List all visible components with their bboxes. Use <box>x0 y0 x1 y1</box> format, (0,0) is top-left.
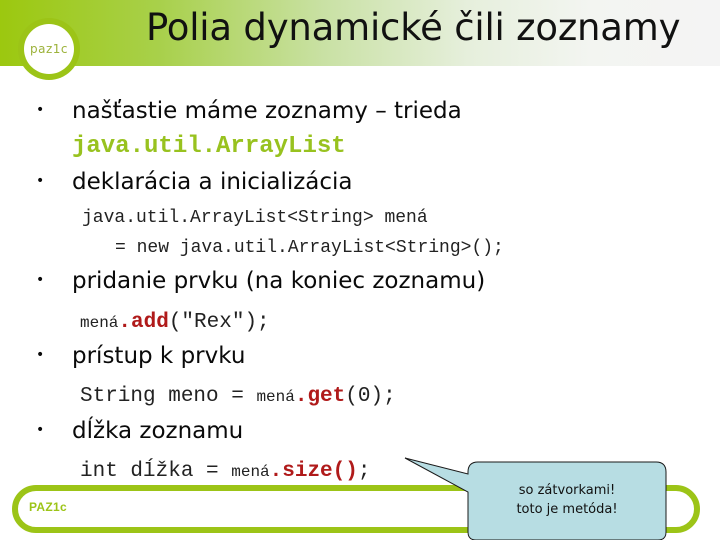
code-declaration-line1: java.util.ArrayList<String> mená <box>82 208 428 228</box>
bullet-text: dĺžka zoznamu <box>72 418 244 444</box>
code-size-line: int dĺžka = mená.size(); <box>80 460 370 483</box>
bullet-icon: • <box>36 271 45 288</box>
code-prefix: String meno = <box>80 385 257 408</box>
code-variable: mená <box>80 314 119 332</box>
bullet-text: našťastie máme zoznamy – trieda <box>72 98 462 124</box>
logo-inner-circle: paz1c <box>24 24 74 74</box>
callout-line: toto je metóda! <box>516 502 618 517</box>
code-method: .size() <box>269 460 358 483</box>
callout-line: so zátvorkami! <box>518 483 616 498</box>
bullet-item: • pridanie prvku (na koniec zoznamu) <box>36 268 485 294</box>
slide-title: Polia dynamické čili zoznamy <box>146 6 681 49</box>
bullet-icon: • <box>36 421 45 438</box>
logo-text: paz1c <box>29 42 68 56</box>
code-suffix: ; <box>357 460 371 483</box>
code-get-line: String meno = mená.get(0); <box>80 385 396 408</box>
bullet-item: • prístup k prvku <box>36 343 245 369</box>
logo-badge: paz1c <box>18 18 80 80</box>
bullet-icon: • <box>36 101 45 118</box>
code-prefix: int dĺžka = <box>80 460 232 483</box>
bullet-item: • deklarácia a inicializácia <box>36 169 353 195</box>
code-variable: mená <box>231 463 270 481</box>
bullet-item: • dĺžka zoznamu <box>36 418 243 444</box>
footer-label: PAZ1c <box>29 500 67 514</box>
bullet-item: • našťastie máme zoznamy – trieda <box>36 98 462 124</box>
code-add-line: mená.add("Rex"); <box>80 311 270 334</box>
code-variable: mená <box>256 388 295 406</box>
bullet-icon: • <box>36 172 45 189</box>
bullet-text: prístup k prvku <box>72 343 246 369</box>
code-args: ("Rex"); <box>168 311 270 334</box>
code-args: (0); <box>345 385 396 408</box>
code-method: .add <box>118 311 169 334</box>
code-method: .get <box>294 385 346 408</box>
callout-text: so zátvorkami! toto je metóda! <box>470 481 664 519</box>
class-name-code: java.util.ArrayList <box>72 133 346 160</box>
code-declaration-line2: = new java.util.ArrayList<String>(); <box>115 238 504 258</box>
bullet-icon: • <box>36 346 45 363</box>
bullet-text: pridanie prvku (na koniec zoznamu) <box>72 268 486 294</box>
bullet-text: deklarácia a inicializácia <box>72 169 353 195</box>
